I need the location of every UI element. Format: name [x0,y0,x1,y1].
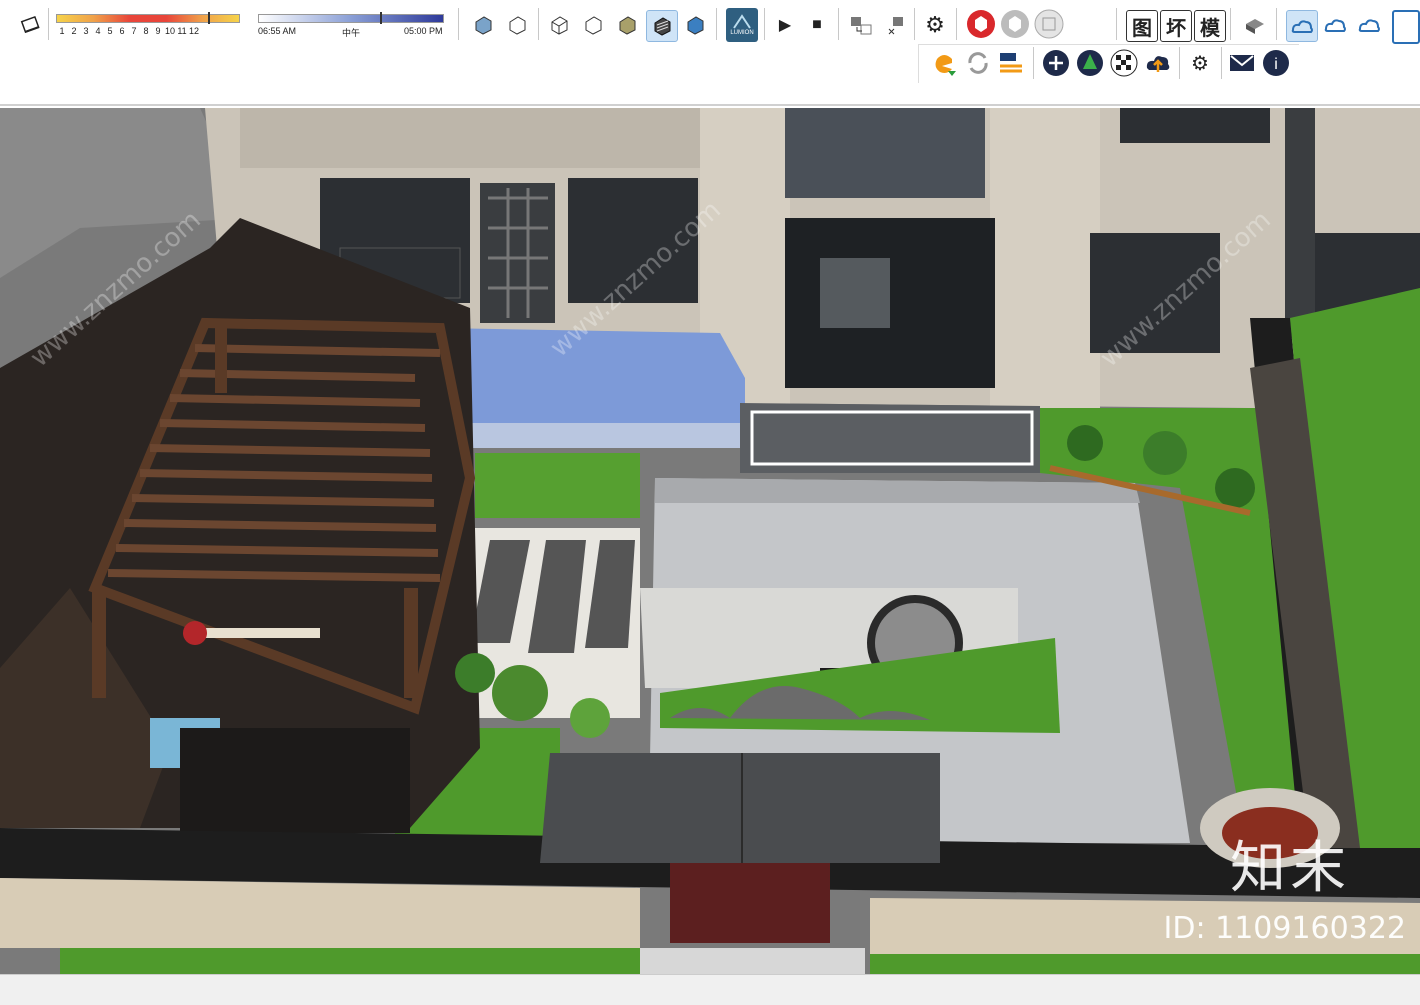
tree-asset-icon[interactable] [1075,48,1105,78]
plugin-button-1[interactable]: 图 [1126,10,1158,42]
svg-text:i: i [1274,56,1278,73]
gate-canopy [540,753,940,863]
enscape-icon[interactable] [929,48,959,78]
monochrome-icon[interactable] [680,10,710,40]
extension-warehouse-icon[interactable] [1034,9,1064,39]
material-checker-icon[interactable] [1109,48,1139,78]
toolbar-area: 1 2 3 4 5 6 7 8 9 10 11 12 06:55 AM 中午 05:00 PM LUM… [0,0,1420,106]
component-icon[interactable] [1240,10,1270,40]
status-bar [0,974,1420,1005]
shaded-textures-icon[interactable] [646,10,678,42]
shadows-toggle-icon[interactable] [16,10,46,40]
time-start-label: 06:55 AM [258,26,297,36]
wireframe-icon[interactable] [544,10,574,40]
add-circle-icon[interactable] [1041,48,1071,78]
info-icon[interactable]: i [1261,48,1291,78]
plugin-button-2[interactable]: 坏 [1160,10,1192,42]
plugin-button-3[interactable]: 模 [1194,10,1226,42]
shadow-date-thumb[interactable] [208,12,210,24]
add-scene-icon[interactable] [846,10,876,40]
ruby-extension-disabled-icon[interactable] [1000,9,1030,39]
ruby-extension-icon[interactable] [966,9,996,39]
sync-views-icon[interactable] [997,48,1027,78]
back-edges-icon[interactable] [502,10,532,40]
time-noon-label: 中午 [342,28,361,38]
cloud-upload-icon[interactable] [1354,10,1384,40]
feedback-mail-icon[interactable] [1227,48,1257,78]
hidden-line-icon[interactable] [578,10,608,40]
shadow-month-ticks: 1 2 3 4 5 6 7 8 9 10 11 12 [59,26,199,36]
settings-gear-icon[interactable]: ⚙ [920,10,950,40]
remove-scene-icon[interactable] [880,10,910,40]
stop-icon[interactable]: ■ [802,10,832,40]
watermark-logo: 知末 [1230,836,1350,901]
refresh-icon[interactable] [963,48,993,78]
model-viewport[interactable]: www.znzmo.com www.znzmo.com www.znzmo.co… [0,108,1420,974]
entry-door [670,863,830,943]
lumion-icon[interactable]: LUMION [726,8,758,42]
toolbar-row-main: 1 2 3 4 5 6 7 8 9 10 11 12 06:55 AM 中午 05:00 PM LUM… [0,6,1420,44]
shaded-icon[interactable] [612,10,642,40]
shadow-date-slider[interactable]: 1 2 3 4 5 6 7 8 9 10 11 12 [56,10,242,40]
time-end-label: 05:00 PM [404,26,443,36]
shadow-time-slider[interactable]: 06:55 AM 中午 05:00 PM [258,10,448,40]
courtyard-model-scene: www.znzmo.com www.znzmo.com www.znzmo.co… [0,108,1420,974]
render-settings-gears-icon[interactable]: ⚙ [1185,48,1215,78]
blue-steps [440,328,745,423]
xray-icon[interactable] [468,10,498,40]
watermark-id: ID: 1109160322 [1163,911,1406,946]
shadow-time-thumb[interactable] [380,12,382,24]
cloud-sync-icon[interactable] [1286,10,1318,42]
cloud-check-icon[interactable] [1320,10,1350,40]
play-icon[interactable]: ▶ [770,10,800,40]
export-icon[interactable] [1392,10,1420,44]
cloud-upload-orange-icon[interactable] [1143,48,1173,78]
toolbar-row-secondary: ⚙ i [918,44,1299,83]
